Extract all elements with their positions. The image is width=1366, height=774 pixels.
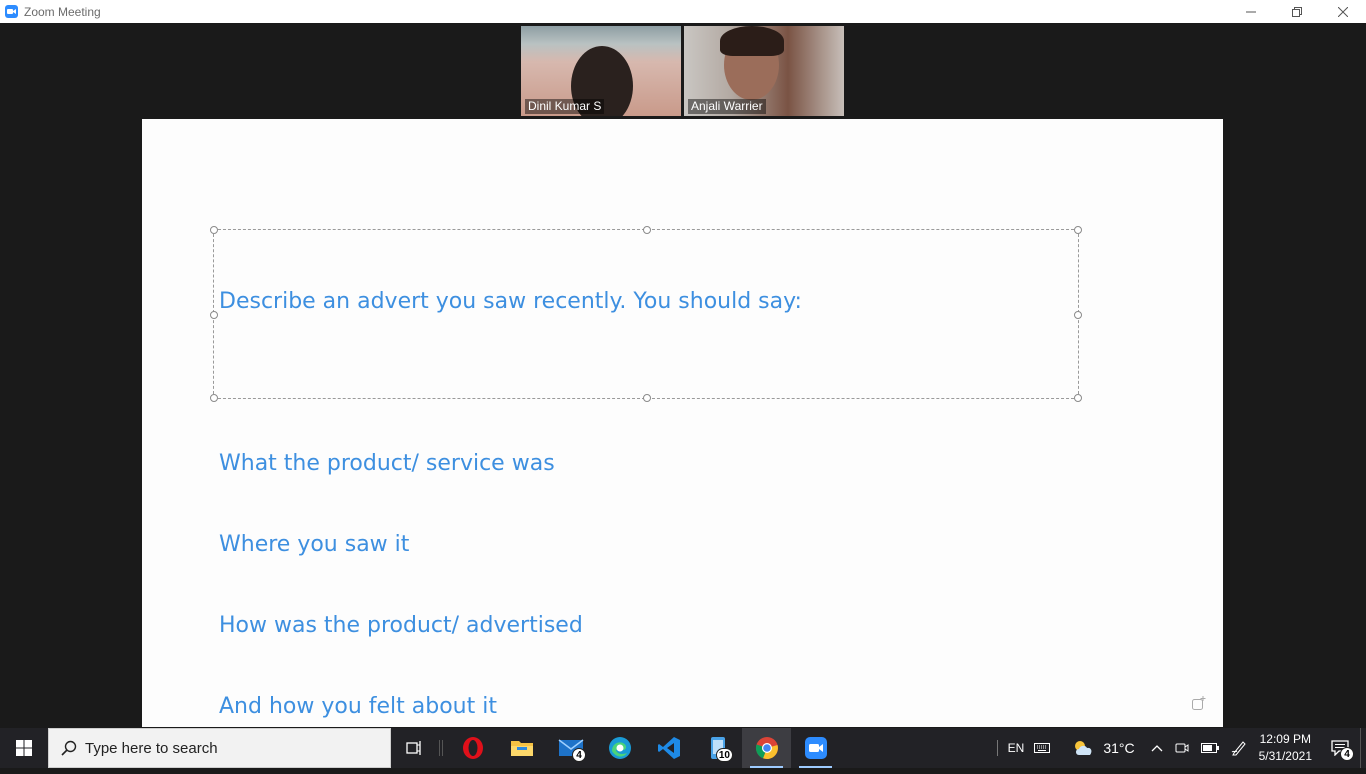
search-icon xyxy=(61,740,77,756)
tray-divider xyxy=(996,740,998,756)
slide-textbox[interactable]: Describe an advert you saw recently. You… xyxy=(210,226,1082,719)
taskbar-search[interactable]: Type here to search xyxy=(48,728,391,768)
show-hidden-icons-button[interactable] xyxy=(1145,728,1169,768)
clock-time: 12:09 PM xyxy=(1259,732,1311,746)
taskbar-app-phone[interactable]: 10 xyxy=(693,728,742,768)
taskbar-app-opera[interactable] xyxy=(448,728,497,768)
language-label: EN xyxy=(1007,741,1025,755)
slide-line: And how you felt about it xyxy=(219,694,497,719)
slide-line: Describe an advert you saw recently. You… xyxy=(219,289,802,314)
vscode-icon xyxy=(657,737,680,759)
slide-line xyxy=(219,369,802,396)
resize-handle[interactable] xyxy=(210,394,218,402)
temperature-label: 31°C xyxy=(1103,740,1135,756)
show-desktop-button[interactable] xyxy=(1360,728,1366,768)
participant-video-tile[interactable]: Anjali Warrier xyxy=(684,26,844,116)
resize-handle[interactable] xyxy=(1074,311,1082,319)
slide-line: How was the product/ advertised xyxy=(219,613,583,638)
resize-handle[interactable] xyxy=(210,226,218,234)
weather-icon xyxy=(1075,741,1092,755)
taskbar: Type here to search 4 10 EN 31°C 12:09 P… xyxy=(0,728,1366,768)
participant-name: Dinil Kumar S xyxy=(525,99,605,114)
new-page-icon[interactable] xyxy=(1192,696,1206,710)
participant-video-tile[interactable]: Dinil Kumar S xyxy=(521,26,681,116)
slide-line: What the product/ service was xyxy=(219,451,555,476)
chrome-icon xyxy=(755,737,778,760)
participant-name: Anjali Warrier xyxy=(688,99,766,114)
zoom-icon xyxy=(804,737,827,759)
task-view-icon xyxy=(406,741,421,755)
slide-line: Where you saw it xyxy=(219,532,410,557)
battery-icon[interactable] xyxy=(1195,728,1225,768)
windows-icon xyxy=(16,740,32,756)
notification-count-badge: 4 xyxy=(1340,747,1354,761)
participant-hair xyxy=(720,26,784,56)
taskbar-clock[interactable]: 12:09 PM 5/31/2021 xyxy=(1251,731,1320,765)
window-title: Zoom Meeting xyxy=(24,4,101,19)
pen-icon[interactable] xyxy=(1225,728,1251,768)
window-titlebar: Zoom Meeting xyxy=(0,0,1366,23)
taskbar-app-vscode[interactable] xyxy=(644,728,693,768)
folder-icon xyxy=(510,741,533,756)
taskbar-divider xyxy=(439,740,443,756)
opera-icon xyxy=(462,737,483,759)
resize-handle[interactable] xyxy=(210,311,218,319)
edge-icon xyxy=(608,737,631,759)
meet-now-icon[interactable] xyxy=(1169,728,1195,768)
clock-date: 5/31/2021 xyxy=(1258,749,1312,763)
resize-handle[interactable] xyxy=(1074,394,1082,402)
resize-handle[interactable] xyxy=(643,226,651,234)
resize-handle[interactable] xyxy=(1074,226,1082,234)
language-indicator[interactable]: EN xyxy=(1004,728,1029,768)
chevron-up-icon xyxy=(1151,745,1163,752)
notification-badge: 4 xyxy=(572,748,586,762)
shared-screen: Describe an advert you saw recently. You… xyxy=(142,119,1223,727)
taskbar-app-file-explorer[interactable] xyxy=(497,728,546,768)
notification-center-button[interactable]: 4 xyxy=(1320,728,1360,768)
minimize-button[interactable] xyxy=(1228,0,1274,23)
restore-button[interactable] xyxy=(1274,0,1320,23)
start-button[interactable] xyxy=(0,728,48,768)
zoom-app-icon xyxy=(5,5,18,18)
taskbar-app-mail[interactable]: 4 xyxy=(546,728,595,768)
taskbar-app-edge[interactable] xyxy=(595,728,644,768)
close-button[interactable] xyxy=(1320,0,1366,23)
notification-badge: 10 xyxy=(715,748,733,762)
slide-text: Describe an advert you saw recently. You… xyxy=(219,234,802,774)
task-view-button[interactable] xyxy=(391,728,439,768)
taskbar-app-chrome[interactable] xyxy=(742,728,791,768)
weather-widget[interactable]: 31°C xyxy=(1072,728,1144,768)
search-placeholder: Type here to search xyxy=(85,739,218,757)
taskbar-app-zoom[interactable] xyxy=(791,728,840,768)
system-tray: EN 31°C 12:09 PM 5/31/2021 4 xyxy=(991,728,1366,768)
keyboard-icon[interactable] xyxy=(1028,728,1072,768)
